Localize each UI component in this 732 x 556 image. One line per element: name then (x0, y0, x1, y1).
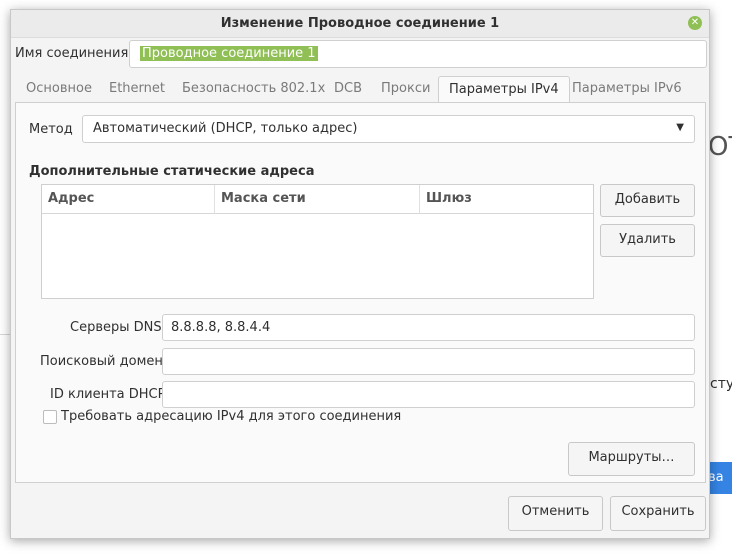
connection-name-input[interactable]: Проводное соединение 1 (129, 40, 707, 68)
background-text: сту (710, 376, 732, 392)
tab-ipv6-settings[interactable]: Параметры IPv6 (572, 76, 682, 102)
search-domain-input[interactable] (162, 348, 695, 375)
chevron-down-icon: ▼ (676, 122, 684, 133)
dns-servers-label: Серверы DNS (70, 320, 162, 335)
search-domain-label: Поисковый домен (40, 354, 163, 369)
add-button[interactable]: Добавить (600, 184, 695, 217)
column-gateway[interactable]: Шлюз (420, 185, 593, 214)
background-heading: OT (708, 132, 732, 162)
connection-name-value: Проводное соединение 1 (140, 46, 318, 61)
static-addresses-title: Дополнительные статические адреса (29, 164, 315, 179)
dns-servers-input[interactable]: 8.8.8.8, 8.8.4.4 (162, 314, 695, 341)
tab-dcb[interactable]: DCB (334, 76, 362, 102)
save-button[interactable]: Сохранить (610, 496, 706, 531)
tab-general[interactable]: Основное (26, 76, 92, 102)
routes-button[interactable]: Маршруты… (568, 442, 695, 476)
dhcp-client-id-input[interactable] (162, 381, 695, 408)
require-ipv4-label[interactable]: Требовать адресацию IPv4 для этого соеди… (61, 409, 401, 424)
dhcp-client-id-label: ID клиента DHCP (50, 387, 166, 402)
column-address[interactable]: Адрес (42, 185, 215, 214)
method-select[interactable]: Автоматический (DHCP, только адрес) ▼ (82, 115, 695, 143)
title-bar[interactable]: Изменение Проводное соединение 1 ✕ (11, 10, 709, 38)
tab-proxy[interactable]: Прокси (381, 76, 430, 102)
method-value: Автоматический (DHCP, только адрес) (93, 121, 358, 136)
background-button[interactable]: ва (708, 462, 732, 494)
edit-connection-dialog: Изменение Проводное соединение 1 ✕ Имя с… (10, 9, 710, 539)
static-addresses-table[interactable]: Адрес Маска сети Шлюз (41, 184, 594, 299)
tab-ipv4-settings[interactable]: Параметры IPv4 (438, 76, 570, 103)
ipv4-settings-panel: Метод Автоматический (DHCP, только адрес… (15, 102, 706, 483)
table-header: Адрес Маска сети Шлюз (42, 185, 593, 214)
tab-security-8021x[interactable]: Безопасность 802.1x (182, 76, 325, 102)
dialog-title: Изменение Проводное соединение 1 (220, 16, 500, 31)
cancel-button[interactable]: Отменить (508, 496, 603, 531)
delete-button[interactable]: Удалить (600, 224, 695, 257)
column-netmask[interactable]: Маска сети (215, 185, 420, 214)
tab-bar: Основное Ethernet Безопасность 802.1x DC… (15, 76, 709, 103)
connection-name-label: Имя соединения (15, 46, 129, 61)
close-icon[interactable]: ✕ (688, 16, 702, 30)
method-label: Метод (29, 122, 73, 137)
tab-ethernet[interactable]: Ethernet (109, 76, 165, 102)
require-ipv4-checkbox[interactable] (43, 410, 57, 424)
